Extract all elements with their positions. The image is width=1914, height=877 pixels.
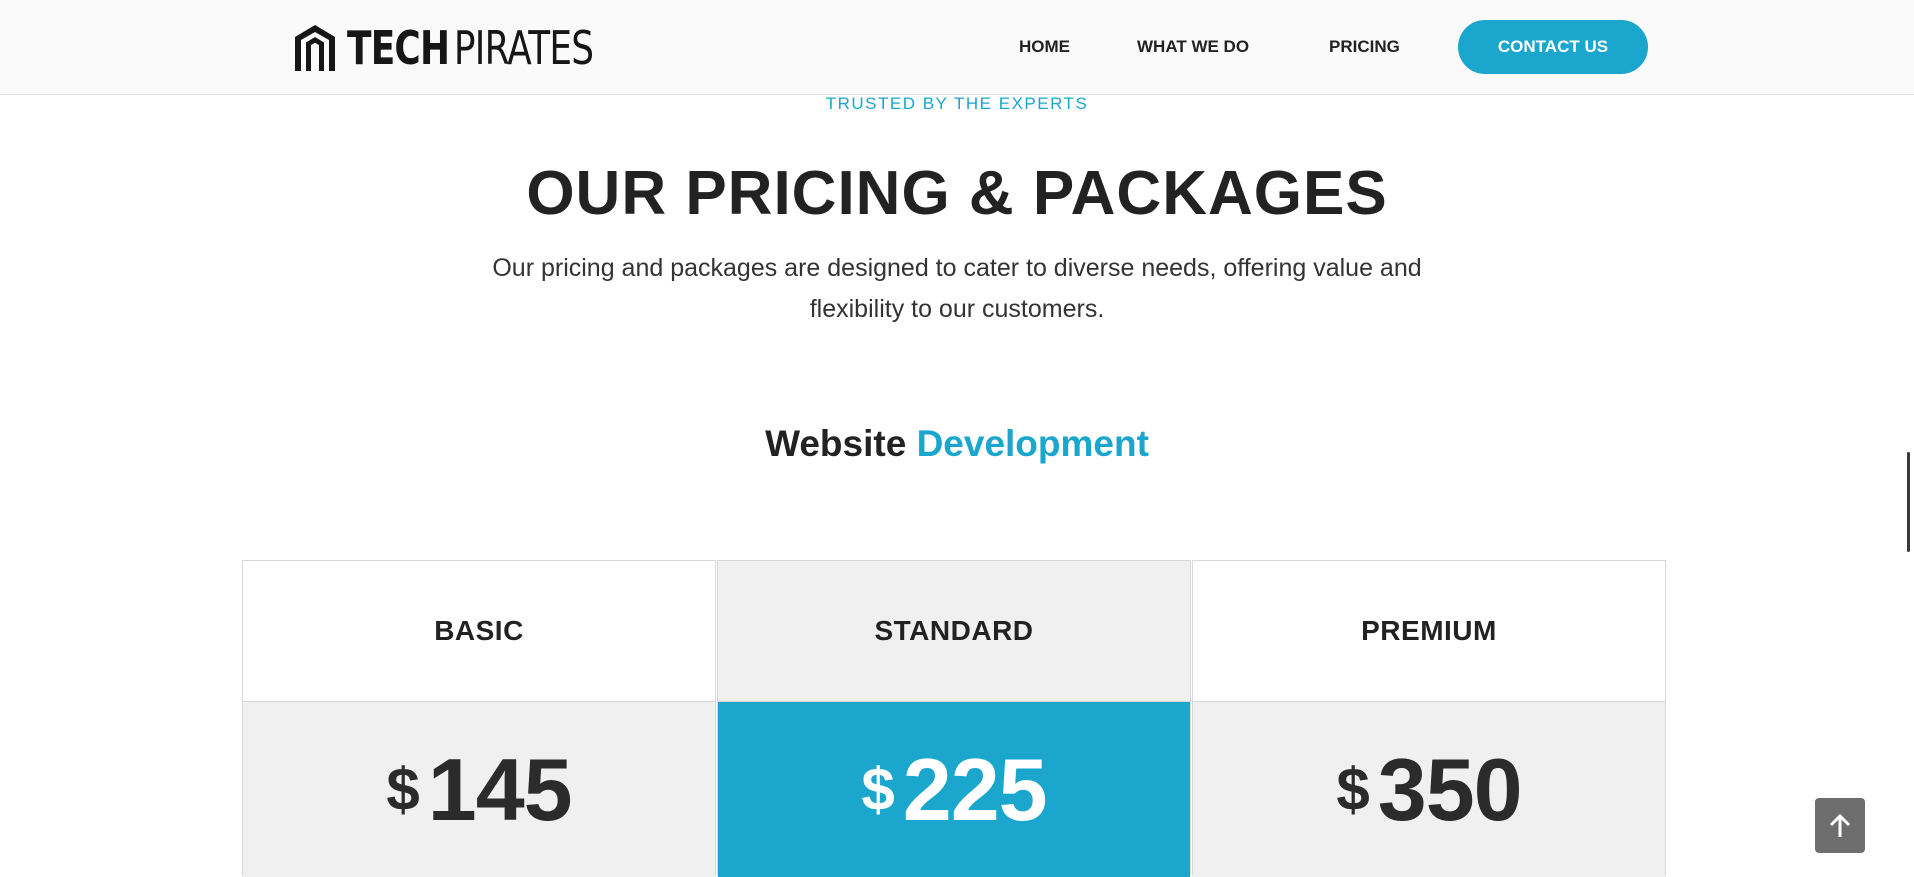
plan-name: BASIC: [434, 615, 524, 646]
pricing-table: BASIC $ 145 STANDARD $ 225 PREMIUM $ 350: [242, 560, 1667, 877]
logo-wordmark: TECH PIRATES: [347, 21, 594, 75]
price-amount: 225: [902, 739, 1048, 839]
section-title-plain: Website: [765, 423, 907, 464]
back-to-top-button[interactable]: [1815, 798, 1865, 853]
plan-price-box: $ 145: [243, 702, 715, 877]
nav-pricing-link[interactable]: PRICING: [1329, 37, 1400, 57]
section-title-accent: Development: [916, 423, 1149, 464]
plan-premium: PREMIUM $ 350: [1192, 560, 1666, 877]
plan-price: $ 145: [386, 739, 573, 839]
plan-price-box: $ 350: [1193, 702, 1665, 877]
plan-header: STANDARD: [718, 561, 1190, 702]
site-header: TECH PIRATES HOME WHAT WE DO PRICING CONT…: [0, 0, 1914, 95]
logo-text-thin: PIRATES: [453, 21, 594, 75]
price-amount: 350: [1377, 739, 1523, 839]
currency-symbol: $: [861, 755, 895, 823]
contact-us-button[interactable]: CONTACT US: [1458, 20, 1648, 74]
plan-name: PREMIUM: [1361, 615, 1497, 646]
price-amount: 145: [427, 739, 573, 839]
arrow-up-icon: [1829, 813, 1851, 837]
nav-home-link[interactable]: HOME: [1019, 37, 1070, 57]
plan-price: $ 350: [1336, 739, 1523, 839]
plan-price-box: $ 225: [718, 702, 1190, 877]
scrollbar-thumb[interactable]: [1907, 452, 1910, 552]
plan-header: BASIC: [243, 561, 715, 702]
plan-name: STANDARD: [874, 615, 1034, 646]
currency-symbol: $: [1336, 755, 1370, 823]
section-title: Website Development: [0, 420, 1914, 468]
site-logo[interactable]: TECH PIRATES: [293, 22, 663, 74]
plan-basic: BASIC $ 145: [242, 560, 716, 877]
plan-header: PREMIUM: [1193, 561, 1665, 702]
intro-text: Our pricing and packages are designed to…: [492, 254, 1422, 323]
shield-logo-icon: [295, 25, 335, 71]
nav-what-we-do-link[interactable]: WHAT WE DO: [1137, 37, 1249, 57]
page-title: OUR PRICING & PACKAGES: [526, 159, 1388, 228]
section-eyebrow: TRUSTED BY THE EXPERTS: [825, 94, 1089, 113]
currency-symbol: $: [386, 755, 420, 823]
logo-text-bold: TECH: [347, 21, 450, 75]
plan-price: $ 225: [861, 739, 1048, 839]
plan-standard: STANDARD $ 225: [717, 560, 1191, 877]
